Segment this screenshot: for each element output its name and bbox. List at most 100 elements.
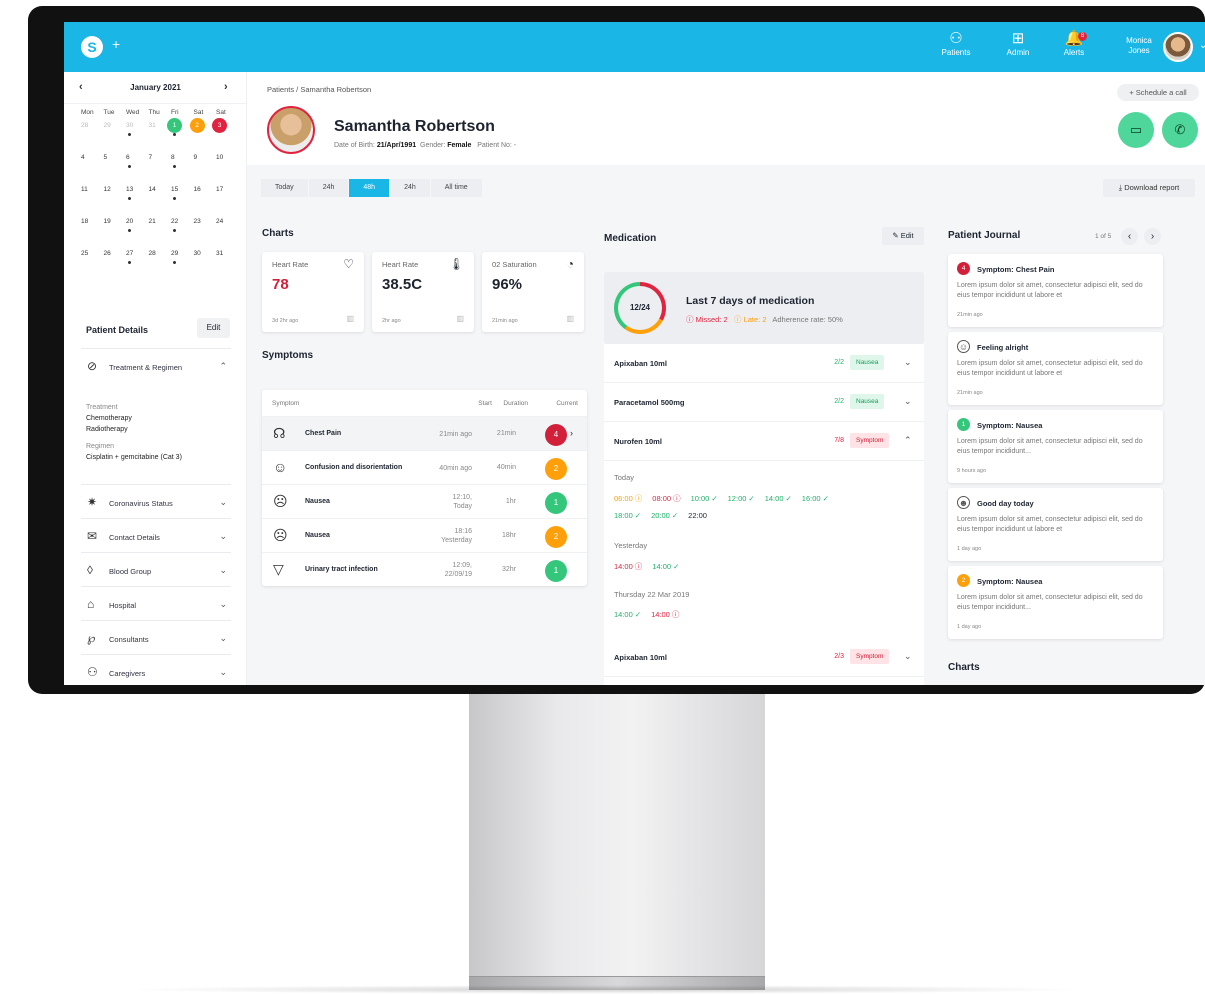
journal-entry[interactable]: 2 Symptom: Nausea Lorem ipsum dolor sit am… — [948, 566, 1163, 639]
medication-row[interactable]: Nurofen 10ml 7/8 Symptom ⌃ — [604, 422, 924, 461]
download-report-button[interactable]: ⤓ Download report — [1103, 179, 1195, 197]
filter-0[interactable]: Today — [261, 179, 308, 197]
calendar-day[interactable]: 21 — [149, 218, 172, 250]
calendar-day[interactable]: 9 — [194, 154, 217, 186]
calendar-day[interactable]: 31 — [216, 250, 239, 282]
filter-3[interactable]: 24h — [390, 179, 430, 197]
severity-badge: 1 — [545, 492, 567, 514]
app-logo-icon[interactable]: S — [81, 36, 103, 58]
calendar-day[interactable]: 12 — [104, 186, 127, 218]
calendar-day[interactable]: 27 — [126, 250, 149, 282]
vital-card[interactable]: Heart Rate ♡ 78 3d 2hr ago ▥ — [262, 252, 364, 332]
people-icon: ⚇ — [87, 665, 98, 679]
add-icon[interactable]: + — [112, 36, 120, 52]
bar-chart-icon[interactable]: ▥ — [346, 314, 354, 323]
calendar-day[interactable]: 8 — [171, 154, 194, 186]
nav-alerts[interactable]: 🔔 8 Alerts — [1049, 30, 1099, 57]
calendar-day[interactable]: 22 — [171, 218, 194, 250]
next-month-icon[interactable]: › — [224, 81, 228, 93]
calendar-day[interactable]: 14 — [149, 186, 172, 218]
table-row[interactable]: ☹ Nausea 18:16 Yesterday 18hr 2 — [262, 518, 587, 552]
calendar-day[interactable]: 15 — [171, 186, 194, 218]
calendar-day[interactable]: 29 — [104, 122, 127, 154]
patient-name: Samantha Robertson — [334, 118, 495, 135]
vital-card[interactable]: Heart Rate 🌡 38.5C 2hr ago ▥ — [372, 252, 474, 332]
breadcrumb[interactable]: Patients / Samantha Robertson — [267, 85, 371, 94]
chevron-right-icon[interactable]: › — [570, 428, 573, 438]
journal-next-button[interactable]: › — [1144, 228, 1161, 245]
avatar[interactable] — [1163, 32, 1193, 62]
calendar-day[interactable]: 19 — [104, 218, 127, 250]
calendar-day[interactable]: 3 — [212, 118, 239, 154]
calendar-day[interactable]: 25 — [81, 250, 104, 282]
bar-chart-icon[interactable]: ▥ — [456, 314, 464, 323]
video-call-button[interactable]: ▭ — [1118, 112, 1154, 148]
filter-4[interactable]: All time — [430, 179, 482, 197]
calendar-day[interactable]: 20 — [126, 218, 149, 250]
weekday-label: Thu — [148, 109, 160, 116]
medication-name: Apixaban 10ml — [614, 359, 667, 368]
chevron-down-icon[interactable]: ⌄ — [904, 357, 912, 368]
journal-entry[interactable]: ☺ Feeling alright Lorem ipsum dolor sit am… — [948, 332, 1163, 405]
chevron-down-icon[interactable]: ⌄ — [904, 396, 912, 407]
nav-admin[interactable]: ⊞ Admin — [993, 30, 1043, 57]
calendar-day[interactable]: 5 — [104, 154, 127, 186]
medication-row[interactable]: Apixaban 10ml5/6Symptom⌄ — [604, 677, 924, 685]
journal-badge: 1 — [957, 418, 970, 431]
chevron-up-icon[interactable]: ⌃ — [904, 435, 912, 446]
journal-pager: 1 of 5 — [1095, 233, 1112, 240]
medication-row[interactable]: Apixaban 10ml 2/2 Nausea ⌄ — [604, 344, 924, 383]
table-row[interactable]: ☊ Chest Pain 21min ago 21min 4 › — [262, 416, 587, 450]
nav-patients[interactable]: ⚇ Patients — [931, 30, 981, 57]
section-consultants[interactable]: ℘ Consultants ⌄ — [81, 620, 231, 654]
calendar-day[interactable]: 11 — [81, 186, 104, 218]
calendar-day[interactable]: 29 — [171, 250, 194, 282]
phone-call-button[interactable]: ✆ — [1162, 112, 1198, 148]
table-row[interactable]: ▽ Urinary tract infection 12:09, 22/09/19 32… — [262, 552, 587, 586]
chevron-down-icon[interactable]: ⌄ — [1199, 40, 1205, 51]
chevron-down-icon[interactable]: ⌄ — [904, 651, 912, 662]
calendar-day[interactable]: 16 — [194, 186, 217, 218]
calendar-day[interactable]: 6 — [126, 154, 149, 186]
section-hospital[interactable]: ⌂ Hospital ⌄ — [81, 586, 231, 620]
journal-prev-button[interactable]: ‹ — [1121, 228, 1138, 245]
filter-1[interactable]: 24h — [308, 179, 349, 197]
medication-row[interactable]: Apixaban 10ml 2/3 Symptom ⌄ — [604, 638, 924, 677]
section-caregivers[interactable]: ⚇ Caregivers ⌄ — [81, 654, 231, 685]
journal-entry[interactable]: ☻ Good day today Lorem ipsum dolor sit ame… — [948, 488, 1163, 561]
calendar-day[interactable]: 23 — [194, 218, 217, 250]
calendar-day[interactable]: 4 — [81, 154, 104, 186]
calendar-day[interactable]: 24 — [216, 218, 239, 250]
section-blood-group[interactable]: ◊ Blood Group ⌄ — [81, 552, 231, 586]
calendar-day[interactable]: 18 — [81, 218, 104, 250]
edit-medication-button[interactable]: ✎ Edit — [882, 227, 924, 245]
calendar-day[interactable]: 10 — [216, 154, 239, 186]
prev-month-icon[interactable]: ‹ — [79, 81, 83, 93]
bladder-icon: ▽ — [273, 561, 284, 577]
journal-entry[interactable]: 4 Symptom: Chest Pain Lorem ipsum dolor si… — [948, 254, 1163, 327]
vital-card[interactable]: 02 Saturation ◔ 96% 21min ago ▥ — [482, 252, 584, 332]
calendar-day[interactable]: 17 — [216, 186, 239, 218]
section-treatment[interactable]: ⊘ Treatment & Regimen ⌃ — [81, 348, 231, 382]
calendar-day[interactable]: 28 — [149, 250, 172, 282]
calendar-day[interactable]: 30 — [194, 250, 217, 282]
table-row[interactable]: ☹ Nausea 12:10, Today 1hr 1 — [262, 484, 587, 518]
calendar-day[interactable]: 26 — [104, 250, 127, 282]
calendar-day[interactable]: 30 — [126, 122, 149, 154]
journal-entry[interactable]: 1 Symptom: Nausea Lorem ipsum dolor sit am… — [948, 410, 1163, 483]
calendar-day[interactable]: 7 — [149, 154, 172, 186]
filter-2[interactable]: 48h — [349, 179, 390, 197]
medication-row[interactable]: Paracetamol 500mg 2/2 Nausea ⌄ — [604, 383, 924, 422]
user-menu[interactable]: Monica Jones ⌄ — [1119, 32, 1205, 62]
calendar-day-status: 2 — [189, 118, 205, 133]
bar-chart-icon[interactable]: ▥ — [566, 314, 574, 323]
table-row[interactable]: ☺ Confusion and disorientation 40min ago 40… — [262, 450, 587, 484]
section-contact-details[interactable]: ✉ Contact Details ⌄ — [81, 518, 231, 552]
calendar-day[interactable]: 13 — [126, 186, 149, 218]
symptoms-table: Symptom Start Duration Current ☊ Chest Pa… — [262, 390, 587, 586]
schedule-call-button[interactable]: + Schedule a call — [1117, 84, 1199, 101]
section-coronavirus-status[interactable]: ✷ Coronavirus Status ⌄ — [81, 484, 231, 518]
calendar-day[interactable]: 28 — [81, 122, 104, 154]
edit-details-button[interactable]: Edit — [197, 318, 230, 338]
sidebar: ‹ January 2021 › Mon Tue Wed Thu Fri Sat Sat 28… — [64, 72, 247, 685]
